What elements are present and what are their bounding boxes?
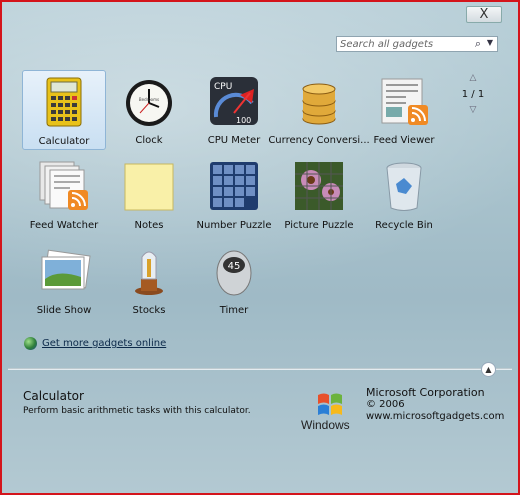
gadget-label: Feed Viewer: [373, 135, 435, 146]
get-more-gadgets-link[interactable]: Get more gadgets online: [24, 337, 166, 350]
gadget-slide-show[interactable]: Slide Show: [22, 240, 106, 320]
page-navigator: △ 1 / 1 ▽: [460, 74, 486, 115]
page-up-arrow-icon[interactable]: △: [460, 74, 486, 83]
page-down-arrow-icon[interactable]: ▽: [460, 106, 486, 115]
coins-icon: [291, 73, 347, 129]
close-icon: X: [479, 7, 489, 22]
get-more-gadgets-text[interactable]: Get more gadgets online: [42, 338, 166, 349]
gadget-label: Slide Show: [36, 305, 92, 316]
gadget-label: Calculator: [38, 136, 90, 147]
number-puzzle-icon: [206, 158, 262, 214]
gadget-stocks[interactable]: Stocks: [107, 240, 191, 320]
recycle-bin-icon: [376, 158, 432, 214]
publisher-name: Microsoft Corporation: [366, 386, 485, 399]
notes-icon: [121, 158, 177, 214]
gadget-label: Number Puzzle: [196, 220, 272, 231]
cpu-meter-icon: CPU 100: [206, 73, 262, 129]
stocks-icon: [121, 243, 177, 299]
gadget-feed-watcher[interactable]: Feed Watcher: [22, 155, 106, 235]
gadget-cpu-meter[interactable]: CPU 100 CPU Meter: [192, 70, 276, 150]
slide-show-icon: [36, 243, 92, 299]
gadget-recycle-bin[interactable]: Recycle Bin: [362, 155, 446, 235]
chevron-down-icon[interactable]: ▼: [487, 38, 493, 47]
timer-value-text: 45: [228, 261, 241, 272]
gadget-calculator[interactable]: Calculator: [22, 70, 106, 150]
gadget-label: Feed Watcher: [29, 220, 99, 231]
gadget-label: Currency Conversi...: [268, 135, 370, 146]
gadget-label: Clock: [135, 135, 163, 146]
gadget-label: Recycle Bin: [375, 220, 433, 231]
gadget-clock[interactable]: Bedrooms Clock: [107, 70, 191, 150]
gadget-notes[interactable]: Notes: [107, 155, 191, 235]
globe-icon: [24, 337, 37, 350]
publisher-url[interactable]: www.microsoftgadgets.com: [366, 411, 504, 423]
details-divider: [8, 368, 512, 370]
clock-brand-text: Bedrooms: [139, 97, 159, 102]
publisher-info: Microsoft Corporation © 2006 www.microso…: [366, 387, 504, 423]
search-input[interactable]: [337, 38, 460, 50]
clock-icon: Bedrooms: [121, 73, 177, 129]
search-box[interactable]: ⌕ ▼: [336, 36, 498, 52]
cpu-text: CPU: [214, 82, 232, 92]
details-gadget-description: Perform basic arithmetic tasks with this…: [23, 406, 251, 416]
gadget-label: Stocks: [132, 305, 166, 316]
feed-watcher-icon: [36, 158, 92, 214]
page-indicator: 1 / 1: [461, 89, 485, 100]
gadget-number-puzzle[interactable]: Number Puzzle: [192, 155, 276, 235]
gadget-label: CPU Meter: [207, 135, 261, 146]
chevron-up-icon[interactable]: ▲: [481, 362, 496, 377]
cpu-value-text: 100: [236, 116, 251, 125]
feed-viewer-icon: [376, 73, 432, 129]
gadget-picture-puzzle[interactable]: Picture Puzzle: [277, 155, 361, 235]
picture-puzzle-icon: [291, 158, 347, 214]
gadget-label: Notes: [134, 220, 164, 231]
gadget-feed-viewer[interactable]: Feed Viewer: [362, 70, 446, 150]
gadget-gallery-window: X ⌕ ▼ △ 1 / 1 ▽ Calculator: [0, 0, 520, 495]
calculator-icon: [36, 74, 92, 130]
timer-icon: 45: [206, 243, 262, 299]
gadget-timer[interactable]: 45 Timer: [192, 240, 276, 320]
search-icon[interactable]: ⌕: [475, 37, 481, 51]
gadget-currency-conversion[interactable]: Currency Conversi...: [268, 70, 370, 150]
gadget-label: Picture Puzzle: [284, 220, 354, 231]
windows-wordmark: Windows: [301, 418, 350, 432]
publisher-copyright: © 2006: [366, 399, 405, 410]
details-gadget-name: Calculator: [23, 389, 84, 403]
gadget-label: Timer: [219, 305, 249, 316]
close-button[interactable]: X: [466, 6, 502, 23]
